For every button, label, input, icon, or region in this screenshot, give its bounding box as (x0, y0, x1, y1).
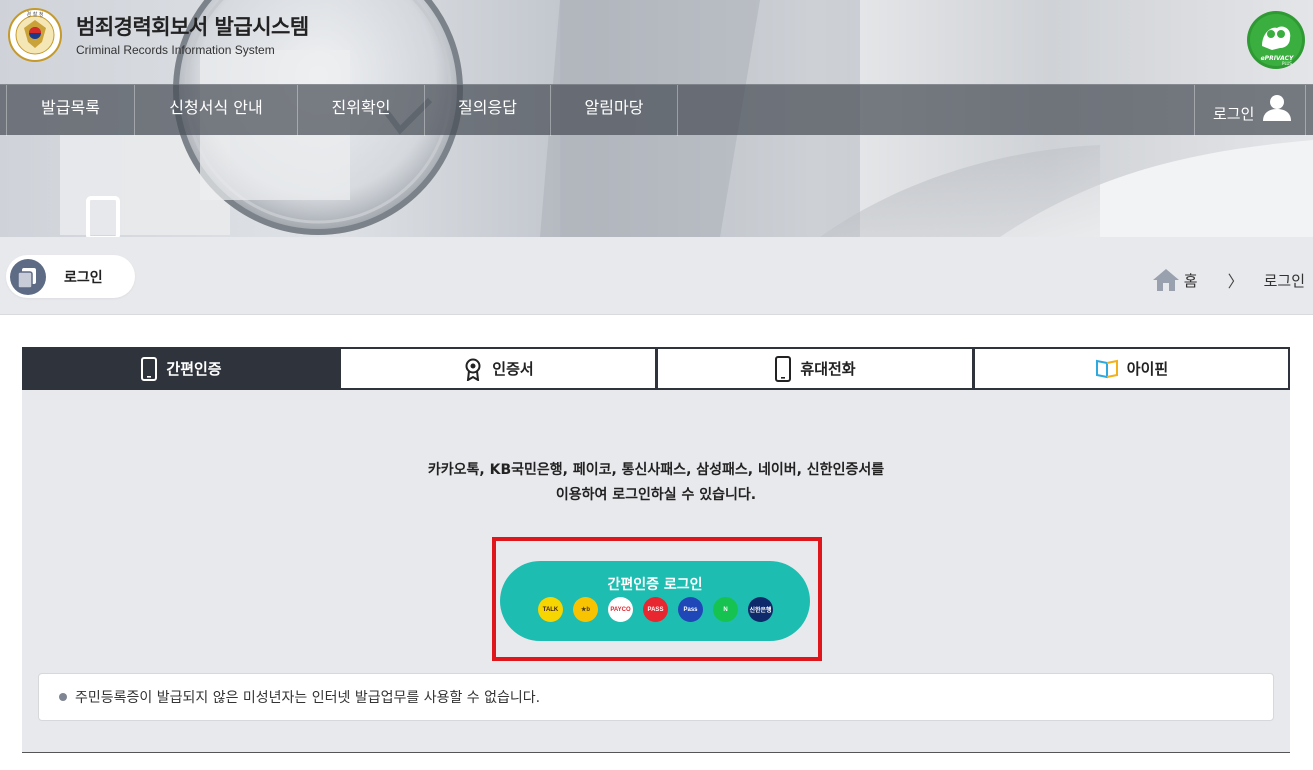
site-subtitle: Criminal Records Information System (76, 42, 275, 57)
phone-icon (775, 355, 792, 382)
kb-bank-icon: ★b (573, 597, 598, 622)
ipin-icon (1095, 359, 1118, 378)
location-bar: 로그인 홈 〉 로그인 (0, 237, 1313, 315)
pass-icon: PASS (643, 597, 668, 622)
naver-icon: N (713, 597, 738, 622)
payco-icon: PAYCO (608, 597, 633, 622)
nav-item-verification[interactable]: 진위확인 (297, 85, 424, 136)
header-login-button[interactable]: 로그인 (1194, 85, 1306, 136)
tab-mobile-phone[interactable]: 휴대전화 (657, 347, 974, 390)
simple-auth-panel: 카카오톡, KB국민은행, 페이코, 통신사패스, 삼성패스, 네이버, 신한인… (22, 390, 1290, 752)
mobile-icon (141, 356, 158, 381)
breadcrumb-separator: 〉 (1227, 272, 1244, 291)
site-logo[interactable]: 경 찰 청 범죄경력회보서 발급시스템 Criminal Records Inf… (8, 8, 309, 62)
eprivacy-badge-icon[interactable]: ePRIVACY PLUS (1246, 10, 1306, 70)
page-title: 로그인 (64, 269, 103, 286)
tab-ipin[interactable]: 아이핀 (974, 347, 1290, 390)
provider-icons: TALK ★b PAYCO PASS Pass N 신한은행 (538, 597, 783, 622)
login-description: 카카오톡, KB국민은행, 페이코, 통신사패스, 삼성패스, 네이버, 신한인… (427, 462, 885, 503)
svg-text:PLUS: PLUS (1282, 61, 1292, 66)
home-icon (1152, 269, 1179, 291)
simple-auth-login-button[interactable]: 간편인증 로그인 TALK ★b PAYCO PASS Pass N 신한은행 (500, 561, 810, 641)
samsung-pass-icon: Pass (678, 597, 703, 622)
nav-item-application-guide[interactable]: 신청서식 안내 (134, 85, 297, 136)
nav-item-qna[interactable]: 질의응답 (424, 85, 550, 136)
page-title-pill: 로그인 (6, 255, 135, 298)
bullet-icon (59, 693, 67, 701)
svg-text:경 찰 청: 경 찰 청 (27, 11, 44, 18)
certificate-icon (465, 358, 481, 381)
nav-item-notice-board[interactable]: 알림마당 (550, 85, 678, 136)
minor-notice: 주민등록증이 발급되지 않은 미성년자는 인터넷 발급업무를 사용할 수 없습니… (38, 673, 1274, 721)
notice-text: 주민등록증이 발급되지 않은 미성년자는 인터넷 발급업무를 사용할 수 없습니… (75, 690, 541, 706)
tab-simple-auth[interactable]: 간편인증 (22, 347, 340, 390)
header-login-label: 로그인 (1213, 105, 1255, 123)
kakao-talk-icon: TALK (538, 597, 563, 622)
main-navigation: 발급목록 신청서식 안내 진위확인 질의응답 알림마당 로그인 (0, 84, 1313, 136)
breadcrumb: 홈 〉 로그인 (1152, 268, 1305, 292)
site-title: 범죄경력회보서 발급시스템 (76, 14, 309, 39)
login-method-tabs: 간편인증 인증서 휴대전화 아이핀 (22, 347, 1290, 390)
simple-auth-login-label: 간편인증 로그인 (607, 577, 703, 593)
police-emblem-icon: 경 찰 청 (8, 8, 62, 62)
breadcrumb-home[interactable]: 홈 (1152, 268, 1198, 292)
bottom-divider (22, 752, 1290, 753)
page-document-icon (10, 258, 46, 295)
tab-certificate[interactable]: 인증서 (340, 347, 657, 390)
nav-item-issue-list[interactable]: 발급목록 (6, 85, 134, 136)
user-icon (1263, 94, 1292, 121)
shinhan-icon: 신한은행 (748, 597, 773, 622)
breadcrumb-current: 로그인 (1263, 271, 1305, 290)
hero-header: 경 찰 청 범죄경력회보서 발급시스템 Criminal Records Inf… (0, 0, 1313, 237)
